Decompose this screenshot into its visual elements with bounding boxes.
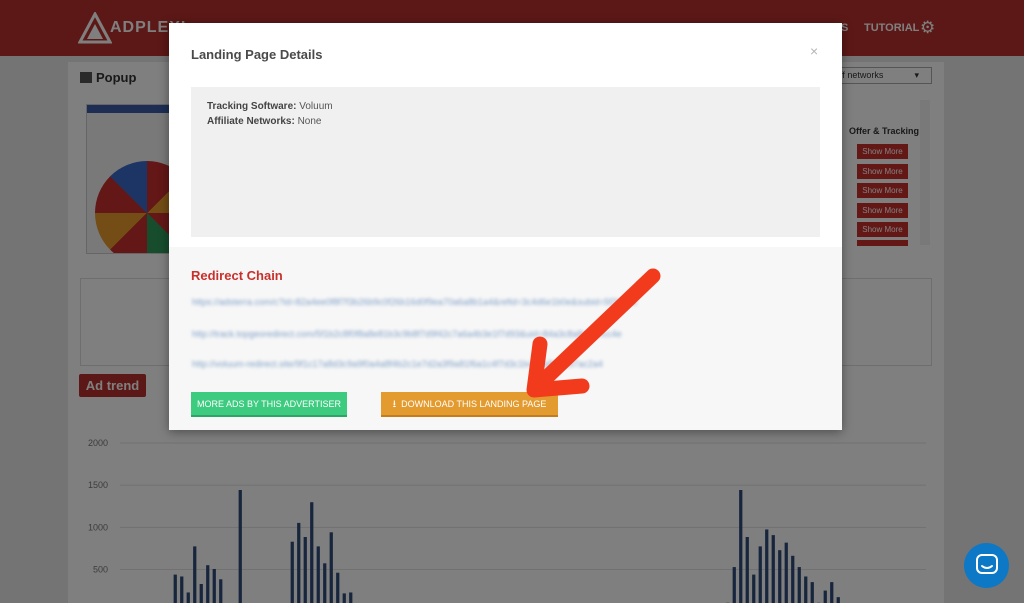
download-icon: ⭳	[392, 399, 397, 410]
affiliate-networks-label: Affiliate Networks:	[207, 116, 295, 127]
affiliate-networks-line: Affiliate Networks: None	[207, 116, 321, 127]
more-ads-by-advertiser-button[interactable]: MORE ADS BY THIS ADVERTISER	[191, 392, 347, 417]
affiliate-networks-value: None	[297, 116, 322, 127]
redirect-chain-title: Redirect Chain	[191, 268, 283, 283]
modal-title: Landing Page Details	[191, 47, 323, 62]
chat-widget-button[interactable]	[964, 543, 1009, 588]
redirect-url[interactable]: https://adsterra.com/c?id=82a4ee0f8f7f3b…	[192, 297, 813, 307]
tracking-software-label: Tracking Software:	[207, 101, 297, 112]
chat-icon	[976, 554, 998, 574]
redirect-section: Redirect Chain https://adsterra.com/c?id…	[169, 247, 842, 430]
landing-page-details-modal: Landing Page Details × Tracking Software…	[169, 23, 842, 430]
redirect-url[interactable]: http://track.topgeoredirect.com/5f1b2c8f…	[192, 329, 813, 339]
tracking-software-value: Voluum	[299, 101, 333, 112]
close-icon[interactable]: ×	[810, 43, 818, 59]
details-box: Tracking Software: Voluum Affiliate Netw…	[191, 87, 820, 237]
download-button-label: DOWNLOAD THIS LANDING PAGE	[401, 399, 547, 409]
redirect-url[interactable]: http://voluum-redirect.site/9f1c17a8d3c9…	[192, 359, 813, 369]
tracking-software-line: Tracking Software: Voluum	[207, 101, 333, 112]
download-landing-page-button[interactable]: ⭳ DOWNLOAD THIS LANDING PAGE	[381, 392, 558, 417]
